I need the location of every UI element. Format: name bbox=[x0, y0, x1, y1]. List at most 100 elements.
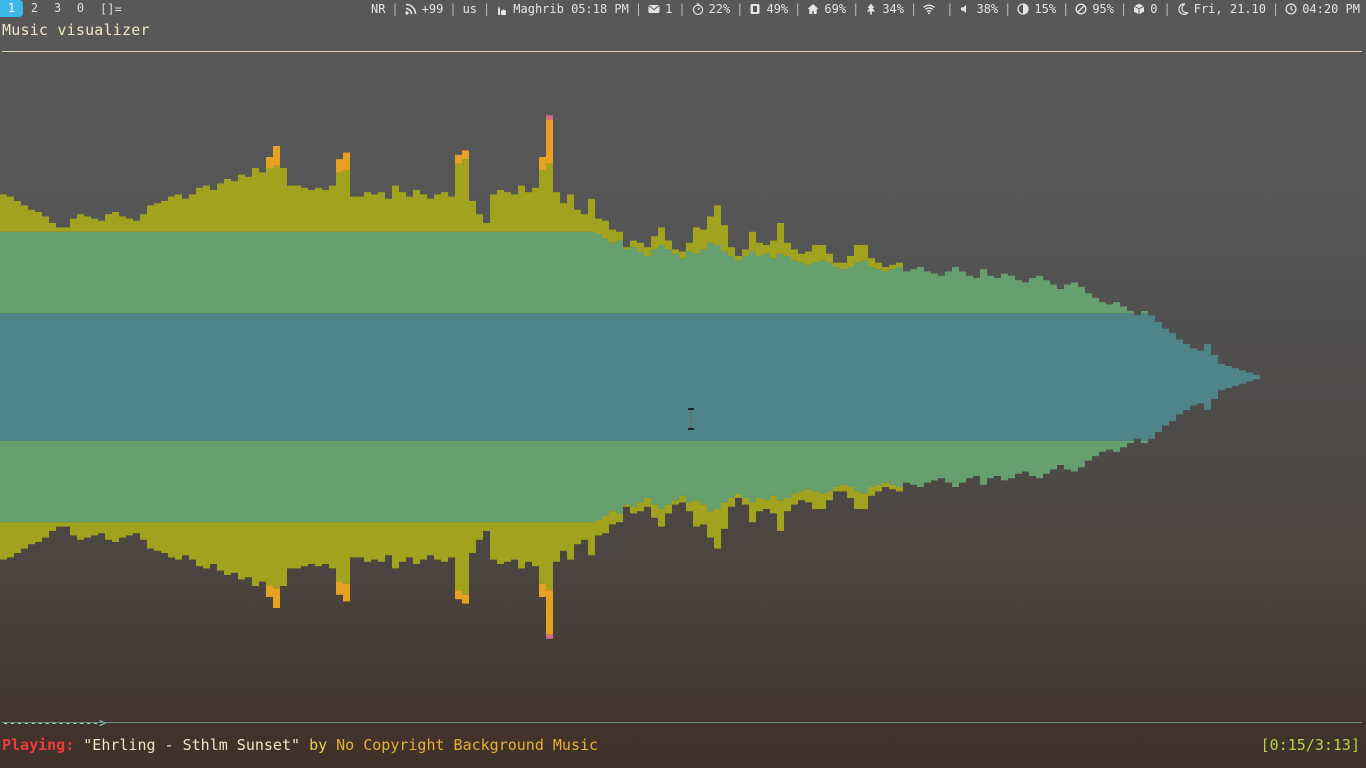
spectrum-bar-segment bbox=[273, 588, 280, 608]
spectrum-bar-segment bbox=[357, 231, 364, 314]
spectrum-bar-segment bbox=[294, 440, 301, 523]
spectrum-bar-segment bbox=[14, 377, 21, 441]
spectrum-bar-segment bbox=[1050, 440, 1057, 470]
spectrum-bar-segment bbox=[833, 377, 840, 441]
spectrum-bar-segment bbox=[973, 377, 980, 441]
spectrum-bar-segment bbox=[175, 313, 182, 377]
spectrum-bar-segment bbox=[336, 313, 343, 377]
spectrum-bar-segment bbox=[28, 522, 35, 545]
spectrum-bar-segment bbox=[742, 498, 749, 505]
spectrum-bar-segment bbox=[1190, 377, 1197, 406]
spectrum-bar-segment bbox=[875, 269, 882, 314]
spectrum-bar-segment bbox=[28, 313, 35, 377]
spectrum-bar-segment bbox=[819, 377, 826, 441]
spectrum-bar-segment bbox=[798, 253, 805, 263]
spectrum-bar-segment bbox=[371, 231, 378, 314]
spectrum-bar-segment bbox=[308, 231, 315, 314]
spectrum-bar-segment bbox=[945, 271, 952, 314]
spectrum-bar-segment bbox=[21, 522, 28, 549]
spectrum-bar-segment bbox=[280, 313, 287, 377]
spectrum-bar-segment bbox=[665, 377, 672, 441]
spectrum-bar-segment bbox=[98, 377, 105, 441]
spectrum-bar-segment bbox=[553, 522, 560, 562]
spectrum-bar-segment bbox=[112, 522, 119, 542]
spectrum-bar-segment bbox=[469, 201, 476, 232]
spectrum-bar-segment bbox=[119, 522, 126, 538]
spectrum-bar-segment bbox=[231, 377, 238, 441]
spectrum-bar-segment bbox=[735, 440, 742, 494]
spectrum-bar-segment bbox=[224, 440, 231, 523]
spectrum-bar-segment bbox=[581, 440, 588, 523]
spectrum-bar-segment bbox=[1057, 289, 1064, 314]
spectrum-bar-segment bbox=[952, 377, 959, 441]
spectrum-bar-segment bbox=[679, 313, 686, 377]
spectrum-bar-segment bbox=[924, 440, 931, 483]
spectrum-bar-segment bbox=[112, 440, 119, 523]
spectrum-bar-segment bbox=[0, 522, 7, 560]
spectrum-bar-segment bbox=[462, 313, 469, 377]
spectrum-bar-segment bbox=[567, 377, 574, 441]
spectrum-bar-segment bbox=[448, 196, 455, 232]
spectrum-bar-segment bbox=[889, 440, 896, 485]
spectrum-bar-segment bbox=[392, 377, 399, 441]
spectrum-bar-segment bbox=[322, 377, 329, 441]
spectrum-bar-segment bbox=[91, 522, 98, 536]
spectrum-bar-segment bbox=[735, 260, 742, 314]
spectrum-bar-segment bbox=[56, 313, 63, 377]
spectrum-bar-segment bbox=[161, 313, 168, 377]
spectrum-bar-segment bbox=[546, 634, 553, 639]
spectrum-bar-segment bbox=[371, 313, 378, 377]
spectrum-bar-segment bbox=[525, 231, 532, 314]
spectrum-bar-segment bbox=[686, 242, 693, 252]
spectrum-bar-segment bbox=[896, 440, 903, 487]
spectrum-bar-segment bbox=[196, 440, 203, 523]
spectrum-bar-segment bbox=[7, 440, 14, 523]
spectrum-bar-segment bbox=[1106, 304, 1113, 314]
spectrum-bar-segment bbox=[1239, 370, 1246, 377]
spectrum-bar-segment bbox=[651, 504, 658, 518]
spectrum-bar-segment bbox=[133, 522, 140, 534]
spectrum-bar-segment bbox=[287, 522, 294, 569]
spectrum-bar-segment bbox=[623, 247, 630, 250]
spectrum-bar-segment bbox=[966, 377, 973, 441]
playback-progress[interactable]: --------------> bbox=[2, 716, 106, 730]
spectrum-bar-segment bbox=[378, 522, 385, 562]
spectrum-bar-segment bbox=[1134, 377, 1141, 439]
spectrum-bar-segment bbox=[777, 223, 784, 254]
spectrum-bar-segment bbox=[217, 377, 224, 441]
spectrum-bar-segment bbox=[98, 313, 105, 377]
spectrum-bar-segment bbox=[280, 522, 287, 586]
spectrum-bar-segment bbox=[140, 522, 147, 540]
spectrum-bar-segment bbox=[77, 313, 84, 377]
spectrum-bar-segment bbox=[259, 313, 266, 377]
spectrum-bar-segment bbox=[714, 440, 721, 509]
spectrum-bar-segment bbox=[504, 377, 511, 441]
spectrum-bar-segment bbox=[385, 377, 392, 441]
spectrum-bar-segment bbox=[679, 440, 686, 496]
spectrum-bar-segment bbox=[728, 440, 735, 498]
spectrum-bar-segment bbox=[518, 440, 525, 523]
spectrum-bar-segment bbox=[952, 313, 959, 377]
spectrum-bar-segment bbox=[560, 522, 567, 551]
spectrum-bar-segment bbox=[700, 229, 707, 250]
spectrum-bar-segment bbox=[700, 377, 707, 441]
spectrum-bar-segment bbox=[7, 522, 14, 558]
spectrum-bar-segment bbox=[266, 440, 273, 523]
spectrum-bar-segment bbox=[672, 377, 679, 441]
spectrum-bar-segment bbox=[728, 498, 735, 507]
spectrum-bar-segment bbox=[1008, 377, 1015, 441]
spectrum-bar-segment bbox=[567, 440, 574, 523]
spectrum-bar-segment bbox=[182, 313, 189, 377]
spectrum-bar-segment bbox=[1008, 275, 1015, 314]
spectrum-bar-segment bbox=[413, 231, 420, 314]
spectrum-bar-segment bbox=[665, 249, 672, 314]
spectrum-bar-segment bbox=[420, 440, 427, 523]
spectrum-bar-segment bbox=[630, 377, 637, 441]
spectrum-bar-segment bbox=[959, 377, 966, 441]
spectrum-bar-segment bbox=[840, 440, 847, 485]
spectrum-bar-segment bbox=[868, 258, 875, 267]
spectrum-bar-segment bbox=[1078, 313, 1085, 377]
spectrum-bar-segment bbox=[910, 269, 917, 314]
spectrum-bar-segment bbox=[623, 504, 630, 507]
spectrum-bar-segment bbox=[1211, 355, 1218, 377]
